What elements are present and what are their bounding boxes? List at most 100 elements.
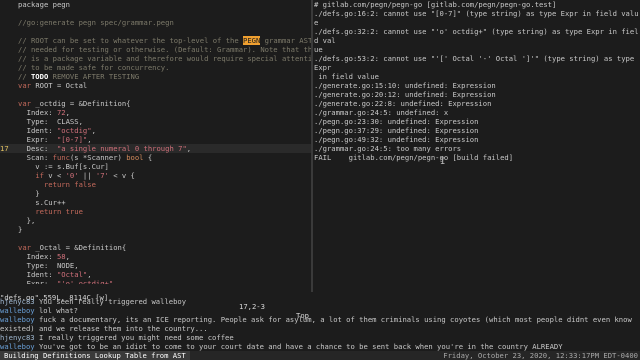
code-token: var	[18, 99, 36, 108]
code-token: return true	[35, 207, 83, 216]
code-line[interactable]: // is a package variable and therefore w…	[0, 54, 311, 63]
code-line[interactable]: // TODO REMOVE AFTER TESTING	[0, 72, 311, 81]
code-line[interactable]: //go:generate pegn spec/grammar.pegn	[0, 18, 311, 27]
code-line[interactable]: Type: CLASS,	[0, 117, 311, 126]
code-line[interactable]: // to be made safe for concurrency.	[0, 63, 311, 72]
code-line[interactable]: }	[0, 225, 311, 234]
code-line[interactable]: v := s.Buf[s.Cur]	[0, 162, 311, 171]
code-line[interactable]: },	[0, 216, 311, 225]
line-number	[0, 216, 18, 225]
code-token: '0'	[65, 171, 79, 180]
tmux-status-bar: Building Definitions Lookup Table from A…	[0, 351, 640, 360]
code-token: func	[52, 153, 70, 162]
chat-text: You've got to be an idiot to come to you…	[38, 342, 563, 351]
code-token: grammar AST is	[264, 36, 311, 45]
line-number	[0, 189, 18, 198]
code-line[interactable]: return false	[0, 180, 311, 189]
code-token: }	[18, 225, 23, 234]
terminal-output-line: ./defs.go:32:2: cannot use "'o' octdig+"…	[314, 27, 639, 45]
chat-nick[interactable]: hjenyc83	[0, 297, 35, 306]
code-line[interactable]: // ROOT can be set to whatever the top-l…	[0, 36, 311, 45]
code-token: Index:	[18, 252, 57, 261]
code-line[interactable]: Index: 72,	[0, 108, 311, 117]
window-tab-active[interactable]: Building Definitions Lookup Table from A…	[0, 351, 190, 360]
code-token: // is a package variable and therefore w…	[18, 54, 311, 63]
code-token: (s *Scanner)	[69, 153, 127, 162]
code-line[interactable]	[0, 9, 311, 18]
code-line[interactable]: Ident: "Octal",	[0, 270, 311, 279]
code-token: Index:	[18, 108, 57, 117]
code-token: ,	[65, 252, 70, 261]
code-text: // TODO REMOVE AFTER TESTING	[18, 72, 139, 81]
terminal-output-line: ./grammar.go:24:5: too many errors	[314, 144, 462, 153]
code-line[interactable]	[0, 90, 311, 99]
code-line[interactable]: }	[0, 189, 311, 198]
chat-nick[interactable]: walleboy	[0, 306, 35, 315]
code-token: 58	[56, 252, 66, 261]
code-text: return true	[18, 207, 83, 216]
code-line[interactable]	[0, 234, 311, 243]
pane-divider[interactable]	[311, 0, 313, 292]
code-line[interactable]: package pegn	[0, 0, 311, 9]
code-token: 72	[56, 108, 66, 117]
code-line[interactable]: Scan: func(s *Scanner) bool {	[0, 153, 311, 162]
code-token: //go:generate pegn spec/grammar.pegn	[18, 18, 174, 27]
code-line[interactable]: Ident: "octdig",	[0, 126, 311, 135]
terminal-output-line: ./pegn.go:49:32: undefined: Expression	[314, 135, 479, 144]
code-line[interactable]: var ROOT = Octal	[0, 81, 311, 90]
code-line[interactable]: Index: 58,	[0, 252, 311, 261]
chat-nick[interactable]: walleboy	[0, 315, 35, 324]
code-token: // to be made safe for concurrency.	[18, 63, 170, 72]
line-number	[0, 207, 18, 216]
code-text: // to be made safe for concurrency.	[18, 63, 169, 72]
code-text: return false	[18, 180, 96, 189]
code-text: }	[18, 225, 22, 234]
code-token: Expr:	[18, 135, 57, 144]
code-line[interactable]: if v < '0' || '7' < v {	[0, 171, 311, 180]
code-text: // ROOT can be set to whatever the top-l…	[18, 36, 311, 45]
code-token: ,	[186, 144, 192, 153]
code-line[interactable]: s.Cur++	[0, 198, 311, 207]
line-number	[0, 261, 18, 270]
code-text: Ident: "Octal",	[18, 270, 92, 279]
line-number	[0, 90, 18, 99]
code-line[interactable]: Expr: "[0-7]",	[0, 135, 311, 144]
chat-text: fuck a documentary, its an ICE reporting…	[0, 315, 637, 333]
chat-pane[interactable]: hjenyc83 You seen really triggered walle…	[0, 297, 640, 351]
code-line[interactable]: return true	[0, 207, 311, 216]
line-number	[0, 45, 18, 54]
line-number	[0, 180, 18, 189]
line-number	[0, 54, 18, 63]
code-line[interactable]: // needed for testing or otherwise. (Def…	[0, 45, 311, 54]
chat-message: walleboy You've got to be an idiot to co…	[0, 342, 640, 351]
vim-editor-pane[interactable]: package pegn //go:generate pegn spec/gram…	[0, 0, 311, 292]
code-text: if v < '0' || '7' < v {	[18, 171, 135, 180]
code-text: Scan: func(s *Scanner) bool {	[18, 153, 153, 162]
line-number	[0, 117, 18, 126]
code-token: // needed for testing or otherwise. (Def…	[18, 45, 311, 54]
chat-nick[interactable]: walleboy	[0, 342, 35, 351]
code-line[interactable]: 17 Desc: "a single numeral 0 through 7",	[0, 144, 311, 153]
line-number	[0, 108, 18, 117]
code-token: _Octal = &Definition{	[35, 243, 127, 252]
code-line[interactable]: var _Octal = &Definition{	[0, 243, 311, 252]
terminal-pane[interactable]: # gitlab.com/pegn/pegn-go [gitlab.com/pe…	[314, 0, 640, 292]
code-token: Ident:	[18, 126, 57, 135]
terminal-output-line: ./defs.go:16:2: cannot use "[0-7]" (type…	[314, 9, 639, 27]
line-number	[0, 36, 18, 45]
line-number	[0, 153, 18, 162]
line-number	[0, 27, 18, 36]
code-line[interactable]: var _octdig = &Definition{	[0, 99, 311, 108]
code-line[interactable]: Type: NODE,	[0, 261, 311, 270]
code-token: //	[18, 72, 31, 81]
code-token: "[0-7]"	[56, 135, 88, 144]
code-line[interactable]	[0, 27, 311, 36]
chat-nick[interactable]: hjenyc83	[0, 333, 35, 342]
line-number	[0, 126, 18, 135]
code-token: Type: NODE,	[18, 261, 79, 270]
line-number	[0, 252, 18, 261]
code-text: }	[18, 189, 39, 198]
line-number	[0, 63, 18, 72]
line-number	[0, 234, 18, 243]
line-number	[0, 171, 18, 180]
